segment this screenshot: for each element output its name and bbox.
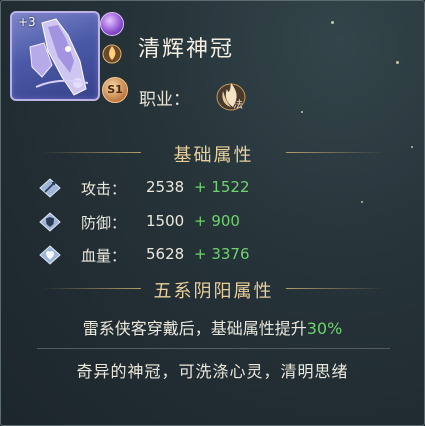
stat-name: 血量：	[81, 247, 127, 265]
element-attributes-header: 五系阴阳属性	[41, 275, 386, 302]
mage-class-icon	[216, 83, 246, 111]
sparkle-decoration	[301, 111, 303, 113]
item-name: 清辉神冠	[138, 37, 235, 62]
sparkle-decoration	[396, 61, 399, 64]
stat-bonus: + 1522	[194, 178, 250, 196]
stat-bonus: + 3376	[194, 245, 250, 263]
item-tooltip-panel: +3 S1 清辉神冠 职业： 法 基础属性 攻击： 2538 + 1522 防御…	[0, 0, 425, 426]
job-class-text: 法	[233, 100, 243, 111]
base-attributes-header: 基础属性	[41, 139, 386, 166]
crown-item-icon	[29, 18, 89, 96]
stat-value: 1500	[146, 212, 185, 230]
bonus-prefix: 雷系侠客穿戴后，基础属性提升	[82, 319, 307, 338]
element-bonus-text: 雷系侠客穿戴后，基础属性提升30%	[1, 315, 424, 339]
divider-line	[37, 348, 390, 349]
sparkle-decoration	[411, 146, 413, 148]
item-description: 奇异的神冠，可洗涤心灵，清明思绪	[76, 362, 349, 381]
divider-line	[286, 288, 386, 289]
defense-icon	[39, 212, 61, 232]
item-icon-frame[interactable]: +3	[10, 11, 100, 101]
enhance-level: +3	[18, 15, 36, 29]
stat-name: 攻击：	[81, 180, 127, 198]
stat-value: 5628	[146, 245, 185, 263]
stat-row-hp: 血量： 5628 + 3376	[39, 243, 279, 267]
section-title: 五系阴阳属性	[153, 281, 274, 302]
stat-value: 2538	[146, 178, 185, 196]
divider-line	[286, 152, 386, 153]
section-title: 基础属性	[173, 145, 254, 166]
hp-icon	[39, 245, 61, 265]
stat-bonus: + 900	[194, 212, 240, 230]
rank-badge: S1	[102, 77, 128, 103]
stat-name: 防御：	[81, 214, 127, 232]
flame-icon	[102, 44, 122, 64]
sparkle-decoration	[361, 201, 363, 203]
bonus-percent: 30%	[306, 319, 343, 338]
stat-row-attack: 攻击： 2538 + 1522	[39, 176, 279, 200]
attack-icon	[39, 178, 61, 198]
purple-gem-icon	[100, 12, 124, 36]
sparkle-decoration	[331, 21, 334, 24]
stat-row-defense: 防御： 1500 + 900	[39, 210, 279, 234]
job-label: 职业：	[139, 90, 190, 110]
